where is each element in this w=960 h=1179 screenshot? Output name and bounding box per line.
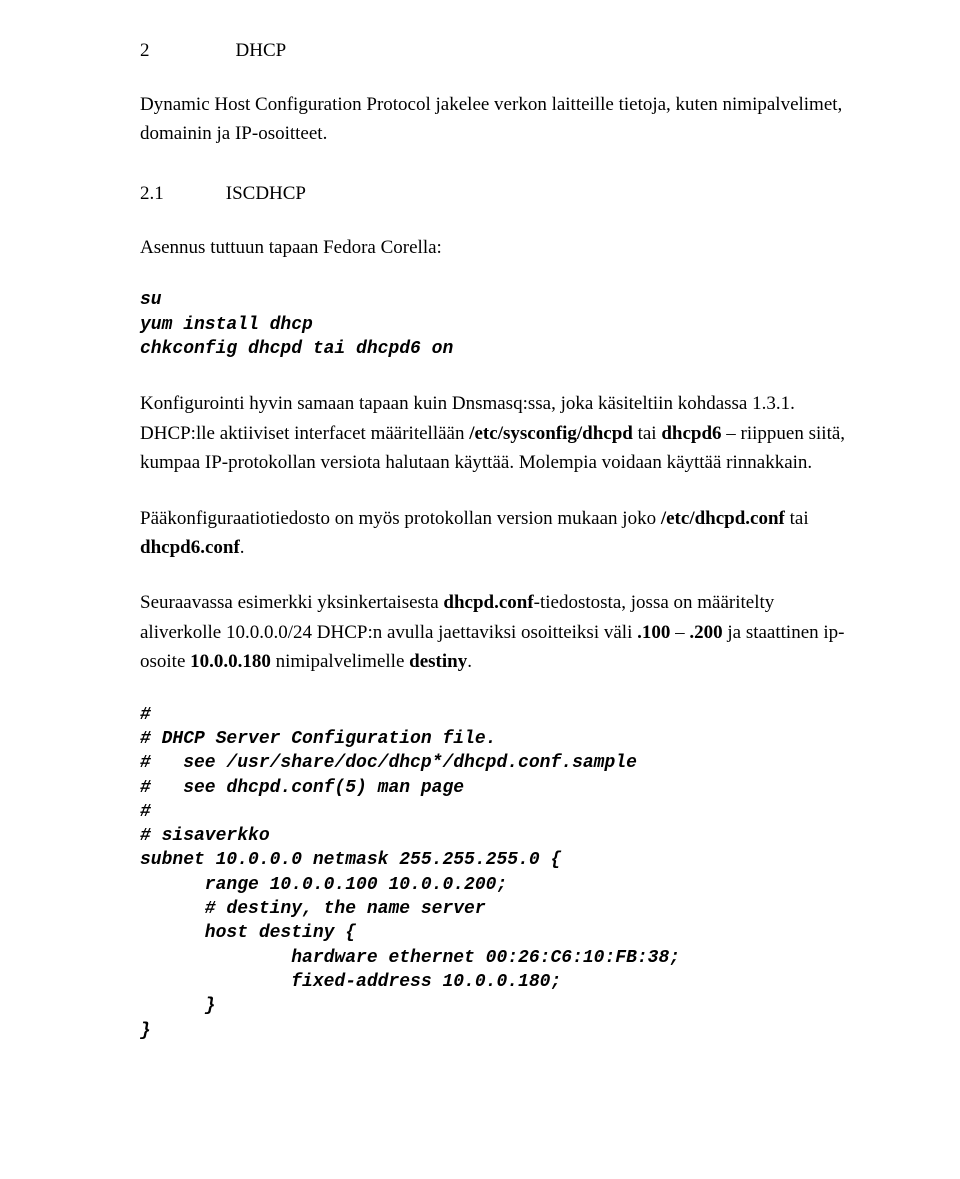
text-span: . <box>467 651 472 672</box>
paakonf-paragraph: Pääkonfiguraatiotiedosto on myös protoko… <box>140 504 860 563</box>
install-code-block: su yum install dhcp chkconfig dhcpd tai … <box>140 288 860 361</box>
value-bold: .200 <box>689 622 722 643</box>
document-page: 2 DHCP Dynamic Host Configuration Protoc… <box>0 0 960 1151</box>
install-label: Asennus tuttuun tapaan Fedora Corella: <box>140 233 860 262</box>
subsection-title: ISCDHCP <box>226 183 306 205</box>
path-bold: /etc/sysconfig/dhcpd <box>469 423 633 444</box>
section-heading-row: 2 DHCP <box>140 40 860 62</box>
path-bold: dhcpd6.conf <box>140 537 240 558</box>
section-title: DHCP <box>236 40 287 62</box>
text-span: Pääkonfiguraatiotiedosto on myös protoko… <box>140 508 661 529</box>
value-bold: .100 <box>637 622 670 643</box>
path-bold: /etc/dhcpd.conf <box>661 508 785 529</box>
text-span: tai <box>633 423 662 444</box>
text-span: nimipalvelimelle <box>271 651 409 672</box>
value-bold: 10.0.0.180 <box>190 651 271 672</box>
hostname-bold: destiny <box>409 651 467 672</box>
text-span: – <box>670 622 689 643</box>
intro-paragraph: Dynamic Host Configuration Protocol jake… <box>140 90 860 149</box>
subsection-heading-row: 2.1 ISCDHCP <box>140 183 860 205</box>
text-span: . <box>240 537 245 558</box>
subsection-number: 2.1 <box>140 183 164 205</box>
text-span: tai <box>785 508 809 529</box>
section-number: 2 <box>140 40 150 62</box>
config-code-block: # # DHCP Server Configuration file. # se… <box>140 703 860 1043</box>
filename-bold: dhcpd.conf <box>443 592 533 613</box>
path-bold: dhcpd6 <box>661 423 721 444</box>
example-paragraph: Seuraavassa esimerkki yksinkertaisesta d… <box>140 588 860 676</box>
konfig-paragraph: Konfigurointi hyvin samaan tapaan kuin D… <box>140 389 860 477</box>
text-span: Seuraavassa esimerkki yksinkertaisesta <box>140 592 443 613</box>
